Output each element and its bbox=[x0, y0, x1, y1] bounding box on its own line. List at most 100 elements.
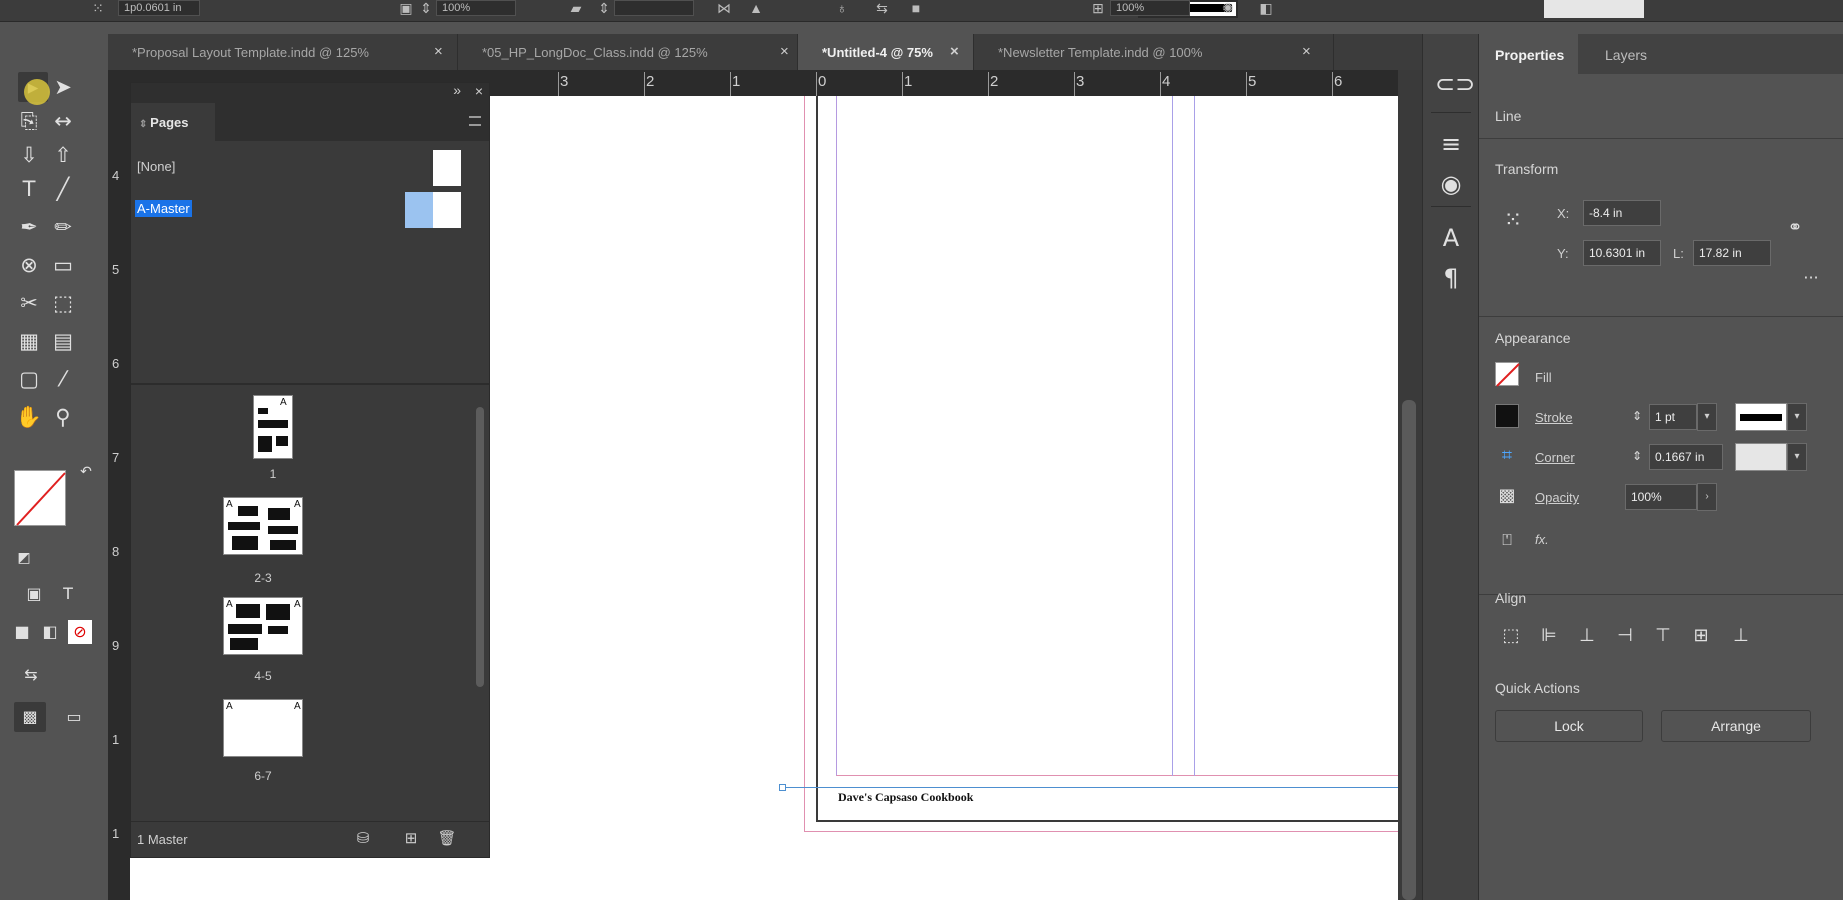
formatting-text-icon[interactable]: T bbox=[56, 582, 80, 606]
align-to-selection-icon[interactable]: ⬚ bbox=[1499, 624, 1523, 648]
collapse-icon[interactable]: » bbox=[453, 82, 461, 98]
character-styles-icon[interactable]: A bbox=[1435, 222, 1467, 254]
align-left-icon[interactable]: ⊫ bbox=[1537, 624, 1561, 648]
dropdown-caret-icon[interactable]: ▾ bbox=[1787, 403, 1807, 431]
gradient-feather-tool-icon[interactable]: ▤ bbox=[48, 326, 78, 356]
y-field[interactable]: 10.6301 in bbox=[1583, 240, 1661, 266]
stepper-icon[interactable]: ⇕ bbox=[1625, 404, 1649, 428]
corner-label[interactable]: Corner bbox=[1535, 450, 1575, 465]
tab-properties[interactable]: Properties bbox=[1479, 34, 1579, 74]
flip-horizontal-icon[interactable]: ⋈ bbox=[714, 0, 734, 18]
align-bottom-icon[interactable]: ⊥ bbox=[1729, 624, 1753, 648]
swap-fill-stroke-icon[interactable]: ↶ bbox=[76, 462, 96, 482]
fill-swatch[interactable] bbox=[1495, 362, 1520, 387]
line-tool-icon[interactable]: ╱ bbox=[48, 174, 78, 204]
color-panel-icon[interactable]: ◉ bbox=[1435, 168, 1467, 200]
control-width-field[interactable]: 1p0.0601 in bbox=[118, 0, 200, 16]
new-page-icon[interactable]: ⊞ bbox=[401, 829, 421, 849]
gap-tool-icon[interactable]: ↔ bbox=[48, 106, 78, 136]
links-icon[interactable]: ⊂⊃ bbox=[1435, 68, 1475, 100]
scissors-tool-icon[interactable]: ✂ bbox=[14, 288, 44, 318]
stepper-icon[interactable]: ⇕ bbox=[416, 0, 436, 18]
master-row-a-master[interactable]: A-Master bbox=[131, 189, 489, 228]
edit-page-size-icon[interactable]: ⛁ bbox=[353, 829, 373, 849]
effects-label[interactable]: fx. bbox=[1535, 532, 1549, 547]
pen-tool-icon[interactable]: ✒ bbox=[14, 212, 44, 242]
shear-field[interactable] bbox=[614, 0, 694, 16]
zoom-tool-icon[interactable]: ⚲ bbox=[48, 402, 78, 432]
flip-vertical-icon[interactable]: ▲ bbox=[746, 0, 766, 18]
note-tool-icon[interactable]: ▢ bbox=[14, 364, 44, 394]
content-placer-icon[interactable]: ⇧ bbox=[48, 140, 78, 170]
stepper-icon[interactable]: ⇕ bbox=[1625, 444, 1649, 468]
content-collector-icon[interactable]: ⇩ bbox=[14, 140, 44, 170]
dropdown-caret-icon[interactable]: ▾ bbox=[1787, 443, 1807, 471]
tab-newsletter-template[interactable]: *Newsletter Template.indd @ 100% × bbox=[974, 34, 1334, 70]
delete-page-icon[interactable]: 🗑 bbox=[437, 829, 457, 849]
scrollbar-thumb[interactable] bbox=[1402, 400, 1416, 900]
hand-tool-icon[interactable]: ✋ bbox=[14, 402, 44, 432]
tab-untitled-4[interactable]: *Untitled-4 @ 75% × bbox=[798, 34, 974, 70]
tab-layers[interactable]: Layers bbox=[1589, 34, 1661, 74]
pencil-tool-icon[interactable]: ✏ bbox=[48, 212, 78, 242]
close-icon[interactable]: × bbox=[434, 43, 443, 60]
master-row-none[interactable]: [None] bbox=[131, 147, 489, 186]
align-vertical-center-icon[interactable]: ⊞ bbox=[1689, 624, 1713, 648]
eyedropper-tool-icon[interactable]: ⁄ bbox=[48, 364, 78, 394]
opacity-label[interactable]: Opacity bbox=[1535, 490, 1579, 505]
default-fill-stroke-icon[interactable]: ◩ bbox=[14, 548, 34, 568]
panel-divider[interactable] bbox=[131, 383, 489, 385]
panel-menu-icon[interactable] bbox=[469, 116, 481, 126]
dropdown-caret-icon[interactable]: › bbox=[1697, 483, 1717, 511]
stroke-swatch[interactable] bbox=[1495, 404, 1519, 428]
vertical-ruler[interactable]: 4 5 6 7 8 9 1 1 bbox=[108, 96, 130, 900]
spread-thumbnail[interactable]: A A bbox=[223, 597, 303, 655]
apply-color-icon[interactable]: ■ bbox=[10, 620, 34, 644]
footer-text-frame[interactable]: Dave's Capsaso Cookbook bbox=[838, 790, 973, 805]
rectangle-tool-icon[interactable]: ▭ bbox=[48, 250, 78, 280]
dropdown-caret-icon[interactable]: ▾ bbox=[1697, 403, 1717, 431]
stroke-type-swatch[interactable] bbox=[1735, 403, 1787, 431]
more-options-icon[interactable]: ··· bbox=[1799, 266, 1823, 290]
opacity-icon[interactable]: ⊞ bbox=[1088, 0, 1108, 18]
tab-proposal-layout[interactable]: *Proposal Layout Template.indd @ 125% × bbox=[108, 34, 458, 70]
spread-thumbnail[interactable]: A A bbox=[223, 497, 303, 555]
align-right-icon[interactable]: ⊣ bbox=[1613, 624, 1637, 648]
stroke-panel-icon[interactable]: ≡ bbox=[1435, 128, 1467, 160]
constrain-proportions-icon[interactable]: ⚭ bbox=[1783, 216, 1807, 240]
screen-mode-icon[interactable]: ⇆ bbox=[18, 662, 44, 688]
normal-view-icon[interactable]: ▩ bbox=[14, 702, 46, 732]
opacity-field[interactable]: 100% bbox=[1625, 484, 1697, 510]
reference-point-icon[interactable]: ⁙ bbox=[1501, 209, 1525, 233]
close-icon[interactable]: × bbox=[950, 43, 959, 60]
align-horizontal-center-icon[interactable]: ⊥ bbox=[1575, 624, 1599, 648]
formatting-container-icon[interactable]: ▣ bbox=[22, 582, 46, 606]
paragraph-styles-icon[interactable]: ¶ bbox=[1435, 262, 1467, 294]
close-icon[interactable]: × bbox=[1302, 43, 1311, 60]
select-container-icon[interactable]: ♁ bbox=[832, 0, 852, 18]
close-icon[interactable]: × bbox=[475, 83, 483, 99]
stepper-icon[interactable]: ⇕ bbox=[594, 0, 614, 18]
selected-line[interactable] bbox=[782, 787, 1398, 788]
panel-title-bar[interactable]: » × bbox=[131, 82, 489, 103]
type-tool-icon[interactable]: T bbox=[14, 174, 44, 204]
page-thumbnail[interactable]: A bbox=[253, 395, 293, 459]
arrange-button[interactable]: Arrange bbox=[1661, 710, 1811, 742]
close-icon[interactable]: × bbox=[780, 43, 789, 60]
lock-button[interactable]: Lock bbox=[1495, 710, 1643, 742]
stroke-label[interactable]: Stroke bbox=[1535, 410, 1573, 425]
shadow-icon[interactable]: ◧ bbox=[1256, 0, 1276, 18]
stroke-settings-icon[interactable]: ⍞ bbox=[1495, 528, 1519, 552]
panel-scrollbar[interactable] bbox=[476, 407, 484, 687]
reference-point-icon[interactable]: ⁙ bbox=[88, 0, 108, 18]
shear-icon[interactable]: ▰ bbox=[566, 0, 586, 18]
free-transform-tool-icon[interactable]: ⬚ bbox=[48, 288, 78, 318]
scale-x-field[interactable]: 100% bbox=[436, 0, 516, 16]
gradient-swatch-tool-icon[interactable]: ▦ bbox=[14, 326, 44, 356]
opacity-field[interactable]: 100% bbox=[1110, 0, 1190, 16]
select-content-icon[interactable]: ⇆ bbox=[872, 0, 892, 18]
scale-icon[interactable]: ▣ bbox=[396, 0, 416, 18]
align-top-icon[interactable]: ⊤ bbox=[1651, 624, 1675, 648]
direct-selection-tool-icon[interactable]: ➤ bbox=[48, 72, 78, 102]
canvas-vertical-scrollbar[interactable] bbox=[1398, 70, 1422, 900]
